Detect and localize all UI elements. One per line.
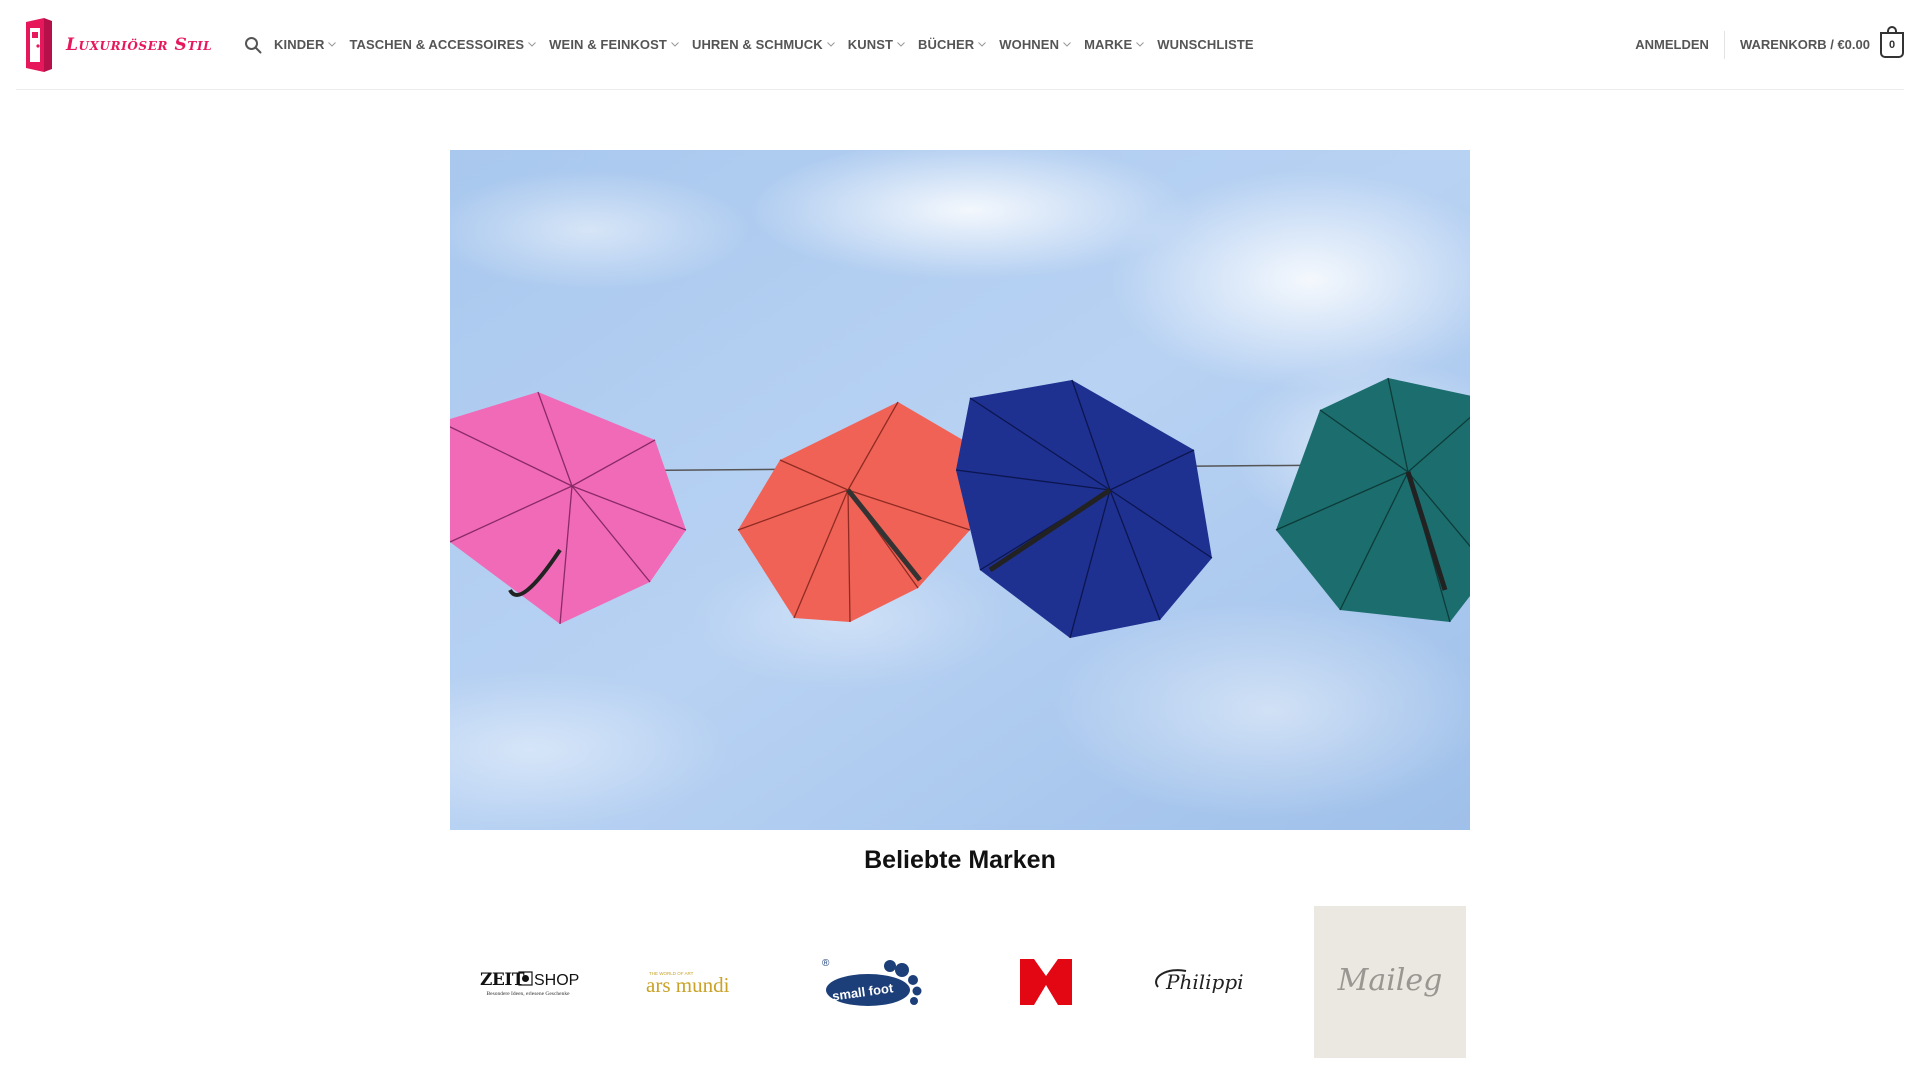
cart-link[interactable]: WARENKORB / €0.00 0 (1739, 25, 1904, 58)
nav-item-label: UHREN & SCHMUCK (691, 37, 823, 52)
cart-icon: 0 (1880, 25, 1904, 58)
chevron-down-icon (826, 42, 835, 47)
small-foot-mark: ® (822, 958, 830, 969)
chevron-down-icon (1063, 42, 1071, 47)
umbrellas-image (450, 150, 1470, 830)
account-navigation: ANMELDEN WARENKORB / €0.00 0 (1635, 0, 1904, 89)
maileg-word: Maileg (1337, 963, 1443, 998)
site-header: Luxuriöser Stil KINDER TASCHEN & ACCESSO… (16, 0, 1904, 90)
logo-door-icon (26, 18, 52, 72)
nav-item-buecher[interactable]: BÜCHER (918, 37, 987, 52)
nav-item-wohnen[interactable]: WOHNEN (999, 37, 1071, 52)
chevron-down-icon (1136, 42, 1145, 47)
k-logo (1020, 959, 1072, 1005)
chevron-down-icon (897, 42, 905, 47)
hero-image (450, 150, 1470, 830)
shop-word: SHOP (534, 972, 579, 989)
logo-text: Luxuriöser Stil (66, 35, 213, 55)
nav-item-wein-feinkost[interactable]: WEIN & FEINKOST (549, 37, 679, 52)
brand-logo-maileg[interactable]: Maileg (1314, 906, 1466, 1058)
cart-label: WARENKORB / €0.00 (1739, 37, 1870, 52)
nav-item-label: KINDER (274, 37, 325, 52)
nav-item-label: MARKE (1084, 37, 1133, 52)
nav-item-label: TASCHEN & ACCESSOIRES (349, 37, 525, 52)
ars-mundi-word: ars mundi (646, 973, 730, 997)
nav-item-label: KUNST (847, 37, 894, 52)
nav-item-label: WUNSCHLISTE (1157, 37, 1254, 52)
chevron-down-icon (328, 42, 337, 47)
ars-mundi-logo: THE WORLD OF ART ars mundi (646, 971, 730, 997)
nav-item-wunschliste[interactable]: WUNSCHLISTE (1157, 37, 1253, 52)
zeit-word: ZEIT (480, 970, 525, 990)
brand-logo-zeit-shop[interactable]: ZEIT SHOP Besondere Ideen, erlesene Gesc… (452, 906, 604, 1058)
cart-count: 0 (1888, 38, 1896, 51)
brand-logo-small-foot[interactable]: ® small foot (800, 906, 952, 1058)
login-link[interactable]: ANMELDEN (1635, 30, 1725, 59)
nav-item-label: WOHNEN (999, 37, 1060, 52)
nav-item-taschen-accessoires[interactable]: TASCHEN & ACCESSOIRES (349, 37, 537, 52)
philippi-logo: Philippi (1155, 969, 1244, 994)
zeit-shop-tagline: Besondere Ideen, erlesene Geschenke (486, 991, 570, 997)
brand-logo-ars-mundi[interactable]: THE WORLD OF ART ars mundi (626, 906, 778, 1058)
site-logo[interactable]: Luxuriöser Stil (22, 16, 212, 74)
brand-logo-philippi[interactable]: Philippi (1138, 906, 1290, 1058)
main-navigation: KINDER TASCHEN & ACCESSOIRES WEIN & FEIN… (274, 0, 1267, 89)
chevron-down-icon (978, 42, 987, 47)
nav-item-kinder[interactable]: KINDER (274, 37, 337, 52)
nav-item-label: BÜCHER (918, 37, 975, 52)
nav-item-kunst[interactable]: KUNST (848, 37, 905, 52)
maileg-logo: Maileg (1337, 963, 1443, 998)
nav-item-uhren-schmuck[interactable]: UHREN & SCHMUCK (692, 37, 835, 52)
small-foot-logo: ® small foot (822, 958, 922, 1006)
nav-item-label: WEIN & FEINKOST (549, 37, 667, 52)
search-icon[interactable] (244, 36, 262, 54)
chevron-down-icon (671, 42, 679, 47)
brand-logo-k[interactable] (970, 906, 1122, 1058)
nav-item-marke[interactable]: MARKE (1084, 37, 1145, 52)
zeit-shop-logo: ZEIT SHOP Besondere Ideen, erlesene Gesc… (480, 970, 579, 997)
brands-heading: Beliebte Marken (864, 846, 1056, 874)
philippi-word: Philippi (1165, 970, 1244, 994)
chevron-down-icon (528, 42, 537, 47)
